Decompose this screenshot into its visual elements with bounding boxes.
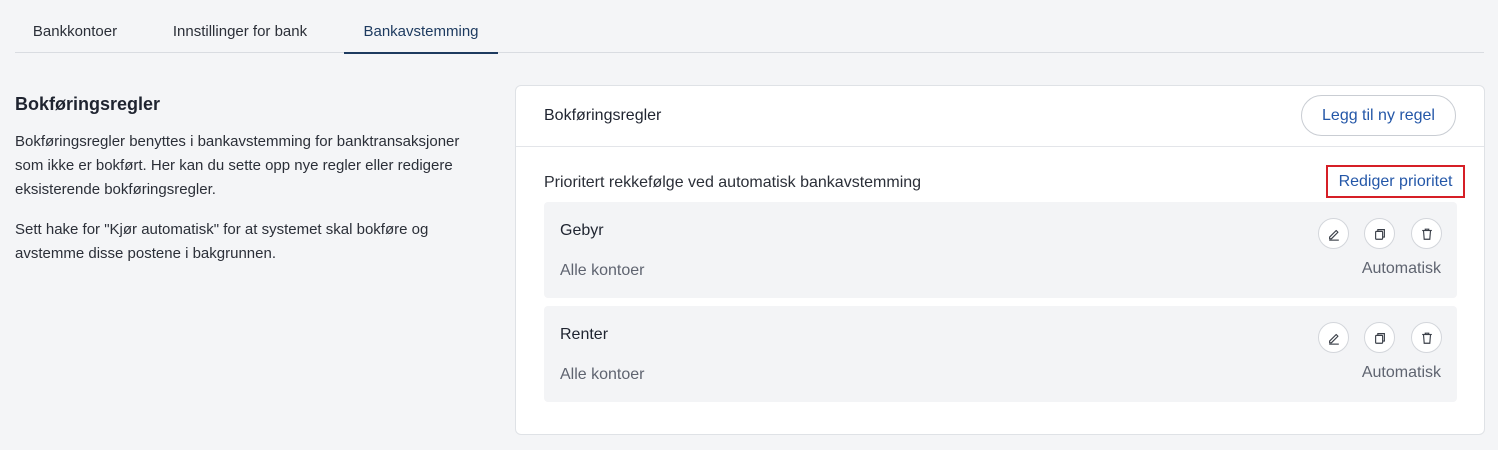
priority-label: Prioritert rekkefølge ved automatisk ban…	[544, 174, 922, 191]
rule-mode: Automatisk	[1361, 364, 1441, 381]
edit-rule-button[interactable]	[1318, 322, 1349, 353]
tab-bar: Bankkontoer Innstillinger for bank Banka…	[15, 0, 1484, 54]
tab-innstillinger-for-bank[interactable]: Innstillinger for bank	[155, 0, 325, 53]
rule-accounts: Alle kontoer	[560, 366, 645, 383]
rule-row-gebyr[interactable]: Gebyr Alle kontoer Automatisk	[544, 202, 1457, 298]
copy-icon	[1374, 228, 1385, 240]
edit-icon	[1328, 333, 1339, 345]
tab-bankkontoer[interactable]: Bankkontoer	[15, 0, 135, 53]
rule-mode: Automatisk	[1361, 260, 1441, 277]
trash-icon	[1421, 332, 1432, 344]
card-title: Bokføringsregler	[544, 107, 662, 124]
delete-rule-button[interactable]	[1411, 322, 1442, 353]
edit-icon	[1328, 229, 1339, 241]
rule-row-renter[interactable]: Renter Alle kontoer Automatisk	[544, 306, 1457, 402]
rule-name: Renter	[560, 326, 609, 343]
edit-priority-link[interactable]: Rediger prioritet	[1326, 165, 1465, 198]
sidebar-automatic-info: Sett hake for "Kjør automatisk" for at s…	[15, 221, 429, 262]
posting-rules-card: Bokføringsregler Legg til ny regel Prior…	[515, 85, 1485, 435]
edit-rule-button[interactable]	[1318, 218, 1349, 249]
rule-name: Gebyr	[560, 222, 604, 239]
trash-icon	[1421, 228, 1432, 240]
rule-accounts: Alle kontoer	[560, 262, 645, 279]
add-rule-button[interactable]: Legg til ny regel	[1301, 95, 1456, 136]
copy-rule-button[interactable]	[1364, 218, 1395, 249]
delete-rule-button[interactable]	[1411, 218, 1442, 249]
sidebar-title: Bokføringsregler	[15, 94, 161, 114]
copy-rule-button[interactable]	[1364, 322, 1395, 353]
copy-icon	[1374, 332, 1385, 344]
card-header: Bokføringsregler Legg til ny regel	[516, 86, 1484, 147]
tab-bankavstemming[interactable]: Bankavstemming	[344, 0, 498, 54]
sidebar-description: Bokføringsregler benyttes i bankavstemmi…	[15, 133, 460, 198]
